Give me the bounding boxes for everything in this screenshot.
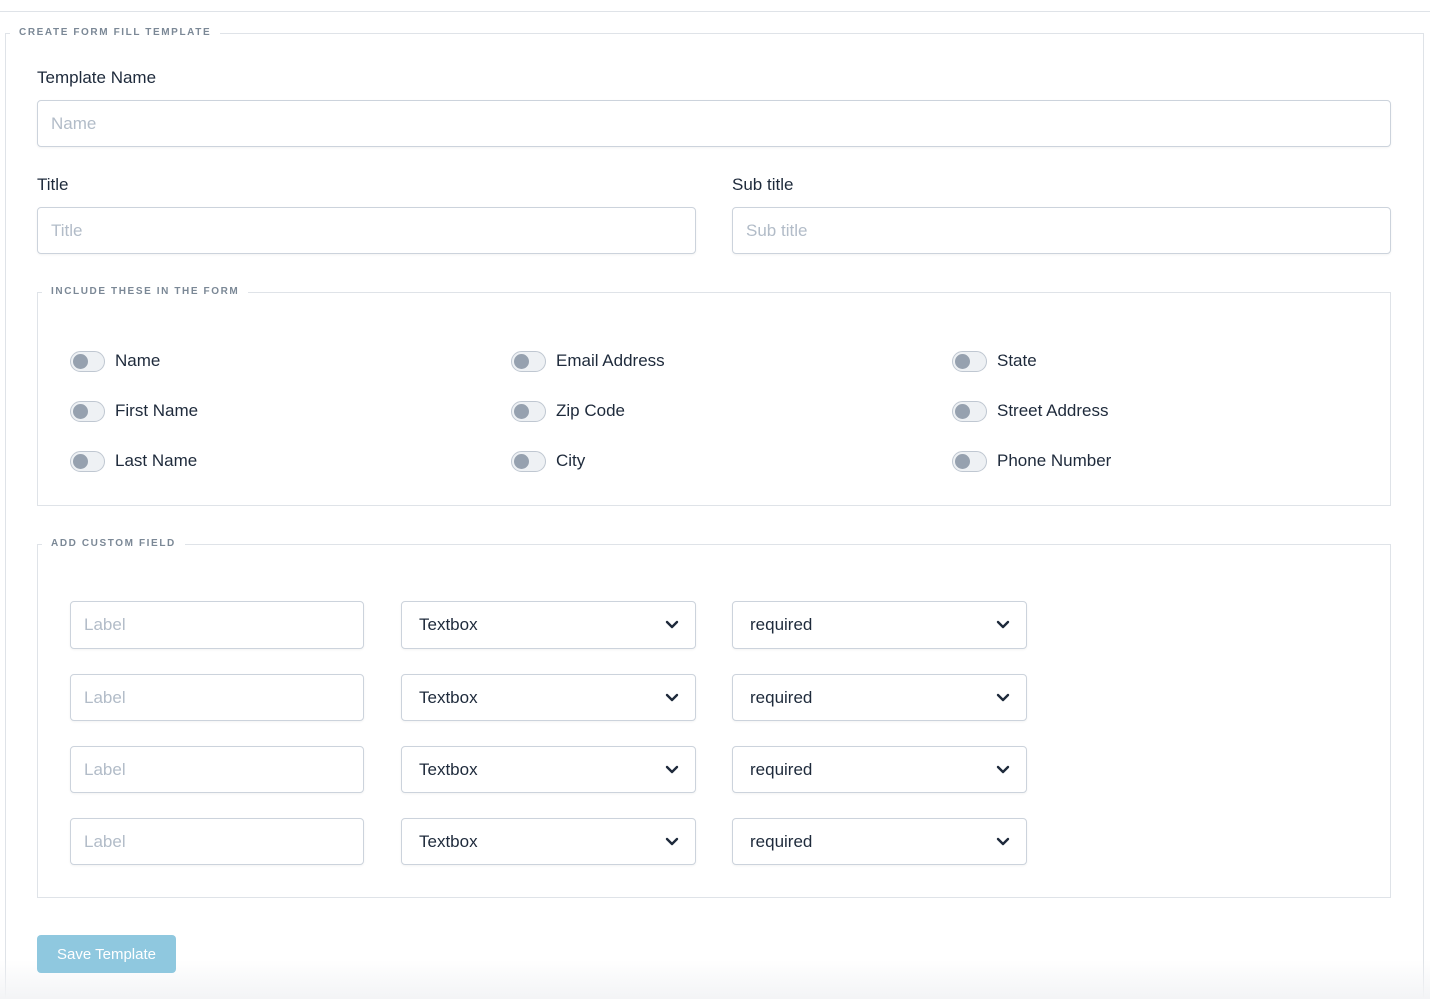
custom-type-select[interactable]: Textbox <box>401 818 696 865</box>
toggle-knob <box>73 353 88 369</box>
toggle-label: Phone Number <box>997 451 1112 470</box>
toggle-label: Name <box>115 351 161 370</box>
save-template-button[interactable]: Save Template <box>37 935 176 973</box>
toggle-label: City <box>556 451 586 470</box>
toggle-switch[interactable] <box>952 450 987 472</box>
toggle-label: Email Address <box>556 351 665 370</box>
toggle-knob <box>73 453 88 469</box>
toggle-zip-code[interactable]: Zip Code <box>511 399 625 423</box>
chevron-down-icon <box>996 693 1010 701</box>
chevron-down-icon <box>665 693 679 701</box>
toggle-label: State <box>997 351 1037 370</box>
toggle-street-address[interactable]: Street Address <box>952 399 1109 423</box>
toggle-name[interactable]: Name <box>70 349 160 373</box>
subtitle-input[interactable] <box>732 207 1391 254</box>
chevron-down-icon <box>665 620 679 629</box>
title-label: Title <box>37 175 69 194</box>
toggle-switch[interactable] <box>70 450 105 472</box>
toggle-email-address[interactable]: Email Address <box>511 349 665 373</box>
toggle-label: Zip Code <box>556 401 625 420</box>
title-input[interactable] <box>37 207 696 254</box>
select-value: required <box>750 831 813 851</box>
toggle-switch[interactable] <box>70 350 105 372</box>
template-name-label: Template Name <box>37 68 157 87</box>
panel-legend: CREATE FORM FILL TEMPLATE <box>19 27 212 38</box>
top-divider <box>0 11 1430 12</box>
toggle-switch[interactable] <box>70 400 105 422</box>
toggle-label: Street Address <box>997 401 1109 420</box>
toggle-knob <box>955 453 970 469</box>
toggle-label: First Name <box>115 401 199 420</box>
toggle-switch[interactable] <box>511 450 546 472</box>
chevron-down-icon <box>665 765 679 773</box>
custom-requirement-select[interactable]: required <box>732 601 1027 649</box>
select-value: required <box>750 759 813 779</box>
custom-type-select[interactable]: Textbox <box>401 601 696 649</box>
select-value: Textbox <box>419 759 478 779</box>
toggle-switch[interactable] <box>511 350 546 372</box>
custom-requirement-select[interactable]: required <box>732 818 1027 865</box>
toggle-knob <box>514 403 529 419</box>
custom-requirement-select[interactable]: required <box>732 746 1027 793</box>
toggle-knob <box>514 353 529 369</box>
custom-label-input[interactable] <box>70 818 364 865</box>
toggle-phone-number[interactable]: Phone Number <box>952 449 1111 473</box>
toggle-city[interactable]: City <box>511 449 585 473</box>
toggle-knob <box>514 453 529 469</box>
custom-label-input[interactable] <box>70 601 364 649</box>
custom-label-input[interactable] <box>70 746 364 793</box>
toggle-knob <box>955 353 970 369</box>
template-name-input[interactable] <box>37 100 1391 147</box>
select-value: Textbox <box>419 615 478 634</box>
toggle-knob <box>73 403 88 419</box>
toggle-label: Last Name <box>115 451 198 470</box>
custom-label-input[interactable] <box>70 674 364 721</box>
select-value: Textbox <box>419 687 478 707</box>
include-fields-section: INCLUDE THESE IN THE FORM <box>37 286 1391 506</box>
toggle-knob <box>955 403 970 419</box>
custom-type-select[interactable]: Textbox <box>401 746 696 793</box>
custom-legend: ADD CUSTOM FIELD <box>51 538 176 549</box>
chevron-down-icon <box>996 765 1010 773</box>
toggle-switch[interactable] <box>952 350 987 372</box>
toggle-first-name[interactable]: First Name <box>70 399 198 423</box>
custom-type-select[interactable]: Textbox <box>401 674 696 721</box>
chevron-down-icon <box>665 837 679 845</box>
toggle-state[interactable]: State <box>952 349 1037 373</box>
select-value: required <box>750 687 813 707</box>
select-value: required <box>750 615 813 634</box>
chevron-down-icon <box>996 837 1010 845</box>
select-value: Textbox <box>419 831 478 851</box>
toggle-last-name[interactable]: Last Name <box>70 449 197 473</box>
subtitle-label: Sub title <box>732 175 794 194</box>
chevron-down-icon <box>996 620 1010 629</box>
toggle-switch[interactable] <box>952 400 987 422</box>
custom-requirement-select[interactable]: required <box>732 674 1027 721</box>
include-legend: INCLUDE THESE IN THE FORM <box>51 286 240 297</box>
toggle-switch[interactable] <box>511 400 546 422</box>
